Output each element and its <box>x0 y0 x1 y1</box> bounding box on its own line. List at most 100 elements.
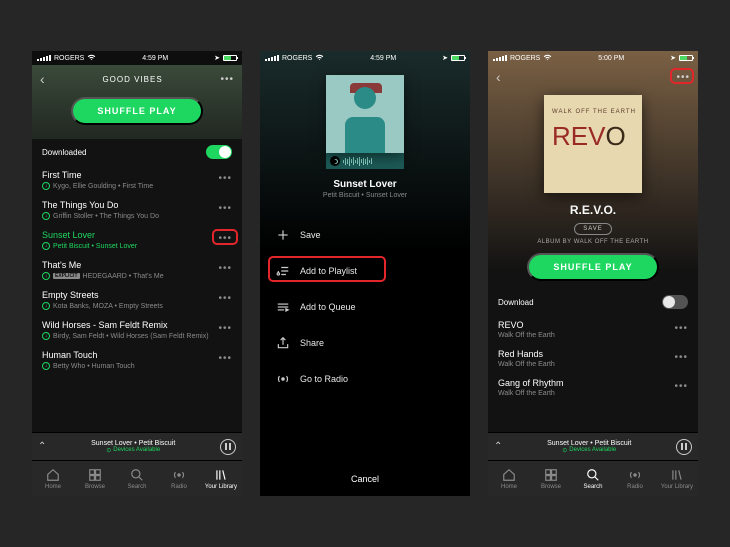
tab-label: Home <box>45 484 61 490</box>
track-more-button[interactable]: ••• <box>674 381 688 392</box>
track-row[interactable]: Gang of Rhythm Walk Off the Earth ••• <box>488 373 698 402</box>
devices-available[interactable]: ⊙Devices Available <box>508 447 670 454</box>
track-title: Empty Streets <box>42 290 232 300</box>
context-menu: Save Add to Playlist Add to Queue Share … <box>260 217 470 397</box>
track-row[interactable]: REVO Walk Off the Earth ••• <box>488 315 698 344</box>
location-icon: ➤ <box>670 54 676 62</box>
track-row[interactable]: The Things You Do ↓Griffin Stoller • The… <box>32 195 242 225</box>
search-icon <box>586 468 600 482</box>
status-bar: ROGERS 4:59 PM ➤ <box>32 51 242 65</box>
wifi-icon <box>543 54 552 63</box>
tab-home[interactable]: Home <box>488 461 530 496</box>
menu-label: Share <box>300 338 324 348</box>
tab-label: Search <box>583 484 602 490</box>
menu-add-to-queue[interactable]: Add to Queue <box>260 289 470 325</box>
tab-browse[interactable]: Browse <box>74 461 116 496</box>
menu-share[interactable]: Share <box>260 325 470 361</box>
radio-icon <box>628 468 642 482</box>
track-more-button[interactable]: ••• <box>218 173 232 184</box>
tab-browse[interactable]: Browse <box>530 461 572 496</box>
pause-button[interactable] <box>220 439 236 455</box>
share-icon <box>276 336 290 350</box>
chevron-up-icon[interactable]: ⌃ <box>494 441 502 452</box>
carrier-label: ROGERS <box>282 55 312 62</box>
clock: 4:59 PM <box>370 55 396 62</box>
track-more-button[interactable]: ••• <box>218 293 232 304</box>
tab-radio[interactable]: Radio <box>614 461 656 496</box>
album-art-super: WALK OFF THE EARTH <box>552 109 636 115</box>
track-more-button[interactable]: ••• <box>218 263 232 274</box>
track-title: Wild Horses - Sam Feldt Remix <box>42 320 232 330</box>
track-row[interactable]: Red Hands Walk Off the Earth ••• <box>488 344 698 373</box>
menu-save[interactable]: Save <box>260 217 470 253</box>
home-icon <box>502 468 516 482</box>
track-sub: Griffin Stoller • The Things You Do <box>53 213 159 220</box>
now-playing-bar[interactable]: ⌃ Sunset Lover • Petit Biscuit ⊙Devices … <box>32 432 242 460</box>
np-track-label: Sunset Lover • Petit Biscuit <box>508 440 670 447</box>
screen-album: ROGERS 5:00 PM ➤ ‹ ••• WALK OFF THE EART… <box>488 51 698 496</box>
song-artist: Petit Biscuit • Sunset Lover <box>260 192 470 199</box>
carrier-label: ROGERS <box>510 55 540 62</box>
more-button[interactable]: ••• <box>220 74 234 85</box>
wifi-icon <box>315 54 324 63</box>
download-toggle[interactable] <box>662 295 688 309</box>
shuffle-play-button[interactable]: SHUFFLE PLAY <box>527 253 658 281</box>
track-row[interactable]: That's Me ↓EXPLICITHEDEGAARD • That's Me… <box>32 255 242 285</box>
download-toggle[interactable] <box>206 145 232 159</box>
track-row[interactable]: Human Touch ↓Betty Who • Human Touch ••• <box>32 345 242 375</box>
tab-label: Search <box>127 484 146 490</box>
signal-icon <box>265 55 279 61</box>
album-title: R.E.V.O. <box>488 203 698 217</box>
menu-label: Go to Radio <box>300 374 348 384</box>
track-row[interactable]: First Time ↓Kygo, Ellie Goulding • First… <box>32 165 242 195</box>
track-more-button[interactable]: ••• <box>218 323 232 334</box>
tab-search[interactable]: Search <box>116 461 158 496</box>
menu-add-to-playlist[interactable]: Add to Playlist <box>260 253 470 289</box>
track-row[interactable]: Empty Streets ↓Kota Banks, MOZA • Empty … <box>32 285 242 315</box>
track-more-button[interactable]: ••• <box>674 323 688 334</box>
track-row[interactable]: Sunset Lover ↓Petit Biscuit • Sunset Lov… <box>32 225 242 255</box>
now-playing-bar[interactable]: ⌃ Sunset Lover • Petit Biscuit ⊙Devices … <box>488 432 698 460</box>
track-list: First Time ↓Kygo, Ellie Goulding • First… <box>32 165 242 432</box>
track-row[interactable]: Wild Horses - Sam Feldt Remix ↓Birdy, Sa… <box>32 315 242 345</box>
back-button[interactable]: ‹ <box>496 69 501 85</box>
status-bar: ROGERS 4:59 PM ➤ <box>260 51 470 65</box>
track-title: Human Touch <box>42 350 232 360</box>
track-title: Red Hands <box>498 349 688 359</box>
chevron-up-icon[interactable]: ⌃ <box>38 441 46 452</box>
save-button[interactable]: SAVE <box>574 223 612 235</box>
tab-radio[interactable]: Radio <box>158 461 200 496</box>
tab-home[interactable]: Home <box>32 461 74 496</box>
shuffle-play-button[interactable]: SHUFFLE PLAY <box>71 97 202 125</box>
tab-your-library[interactable]: Your Library <box>200 461 242 496</box>
track-more-button[interactable]: ••• <box>218 203 232 214</box>
tab-search[interactable]: Search <box>572 461 614 496</box>
plus-icon <box>276 228 290 242</box>
your-library-icon <box>214 468 228 482</box>
menu-go-to-radio[interactable]: Go to Radio <box>260 361 470 397</box>
track-sub: Betty Who • Human Touch <box>53 363 135 370</box>
radio-icon <box>172 468 186 482</box>
back-button[interactable]: ‹ <box>40 71 45 87</box>
track-more-button[interactable]: ••• <box>218 353 232 364</box>
battery-icon <box>451 55 465 61</box>
location-icon: ➤ <box>442 54 448 62</box>
clock: 4:59 PM <box>142 55 168 62</box>
explicit-badge: EXPLICIT <box>53 273 80 279</box>
download-label: Download <box>498 298 534 307</box>
track-more-button[interactable]: ••• <box>674 352 688 363</box>
devices-available[interactable]: ⊙Devices Available <box>52 447 214 454</box>
tab-label: Browse <box>85 484 105 490</box>
downloaded-icon: ↓ <box>42 242 50 250</box>
downloaded-icon: ↓ <box>42 362 50 370</box>
tab-label: Radio <box>627 484 643 490</box>
track-title: First Time <box>42 170 232 180</box>
search-icon <box>130 468 144 482</box>
tab-label: Radio <box>171 484 187 490</box>
tab-label: Browse <box>541 484 561 490</box>
pause-button[interactable] <box>676 439 692 455</box>
spotify-code[interactable] <box>326 153 404 169</box>
cancel-button[interactable]: Cancel <box>260 462 470 496</box>
track-sub: Birdy, Sam Feldt • Wild Horses (Sam Feld… <box>53 333 209 340</box>
tab-your-library[interactable]: Your Library <box>656 461 698 496</box>
